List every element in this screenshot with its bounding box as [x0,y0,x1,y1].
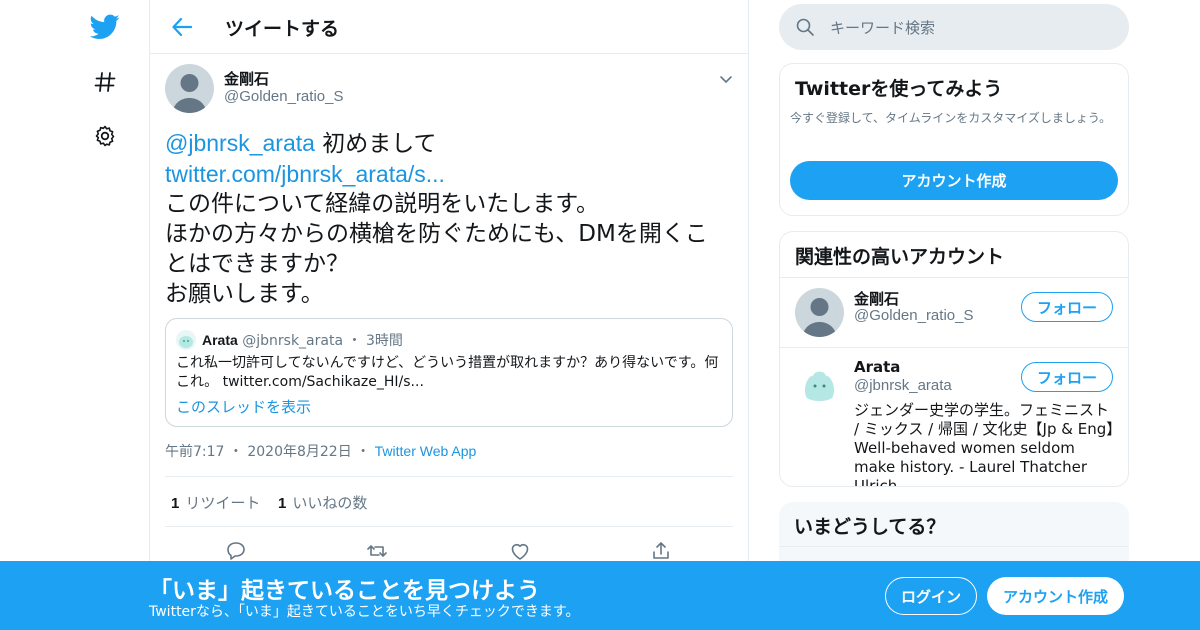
account-handle[interactable]: @jbnrsk_arata [854,377,952,394]
related-accounts-title: 関連性の高いアカウント [795,246,1005,268]
page-header: ツイートする [150,0,748,54]
search-icon [796,18,814,36]
quoted-tweet-text: これ私一切許可してないんですけど、どういう措置が取れますか？あり得ないです。何こ… [176,355,719,390]
mention-link[interactable]: @jbnrsk_arata [165,130,315,156]
like-icon[interactable] [508,539,532,563]
tweet-source-link[interactable]: Twitter Web App [375,443,477,459]
create-account-button[interactable]: アカウント作成 [790,161,1118,200]
tweet-time[interactable]: 午前7:17 [165,444,224,460]
tweet-timestamp: 午前7:17 ・ 2020年8月22日 ・ Twitter Web App [165,443,477,460]
account-name[interactable]: Arata [854,358,900,376]
banner-title: 「いま」起きていることを見つけよう [149,578,540,604]
tweet: 金剛石 @Golden_ratio_S @jbnrsk_arata 初めまして … [165,64,735,560]
avatar[interactable] [795,358,844,407]
main-column: ツイートする 金剛石 @Golden_ratio_S @jbnrsk_arata… [149,0,749,630]
signup-card-title: Twitterを使ってみよう [795,78,1003,100]
account-handle[interactable]: @Golden_ratio_S [854,307,973,324]
follow-button[interactable]: フォロー [1021,362,1113,392]
retweet-label: リツイート [185,494,261,512]
avatar [176,330,196,350]
banner-subtitle: Twitterなら、「いま」起きていることをいち早くチェックできます。 [149,604,580,620]
related-account[interactable]: Arata @jbnrsk_arata ジェンダー史学の学生。フェミニスト / … [780,348,1128,487]
retweet-icon[interactable] [365,539,389,563]
related-account[interactable]: 金剛石 @Golden_ratio_S フォロー [780,278,1128,348]
tweet-text-line: 初めまして [314,131,437,157]
hashtag-icon[interactable] [87,64,123,100]
quoted-tweet[interactable]: Arata @jbnrsk_arata ・ 3時間 これ私一切許可してないんです… [165,318,733,427]
share-icon[interactable] [649,539,673,563]
trends-title: いまどうしてる？ [794,516,946,538]
page-title: ツイートする [225,18,340,40]
tweet-text-line: ほかの方々からの横槍を防ぐためにも、DMを開くことはできますか？ [165,221,708,277]
tweet-author: 金剛石 @Golden_ratio_S [165,64,735,114]
quoted-tweet-header: Arata @jbnrsk_arata ・ 3時間 [202,332,403,349]
like-label: いいねの数 [292,494,368,512]
signup-banner: 「いま」起きていることを見つけよう Twitterなら、「いま」起きていることを… [0,561,1200,630]
signup-card: Twitterを使ってみよう 今すぐ登録して、タイムラインをカスタマイズしましょ… [779,63,1129,216]
quoted-author-name: Arata [202,332,238,348]
left-nav [0,0,150,630]
avatar[interactable] [165,64,214,113]
twitter-logo-icon[interactable] [87,9,123,45]
signup-card-description: 今すぐ登録して、タイムラインをカスタマイズしましょう。 [790,111,1112,125]
banner-create-account-button[interactable]: アカウント作成 [987,577,1124,615]
gear-icon[interactable] [87,118,123,154]
account-bio: ジェンダー史学の学生。フェミニスト / ミックス / 帰国 / 文化史【Jp &… [854,401,1114,487]
quoted-tweet-age: 3時間 [365,333,403,349]
reply-icon[interactable] [224,539,248,563]
tweet-text-line: お願いします。 [165,281,324,307]
tweet-date[interactable]: 2020年8月22日 [247,444,351,460]
follow-button[interactable]: フォロー [1021,292,1113,322]
back-arrow-icon[interactable] [168,13,196,41]
retweet-count: 1 [171,495,180,512]
tweet-url-link[interactable]: twitter.com/jbnrsk_arata/s... [165,159,730,189]
login-button[interactable]: ログイン [885,577,977,615]
show-thread-link[interactable]: このスレッドを表示 [176,396,311,417]
like-count: 1 [278,495,287,512]
author-handle[interactable]: @Golden_ratio_S [224,88,343,105]
account-name[interactable]: 金剛石 [854,288,899,309]
author-name[interactable]: 金剛石 [224,68,269,89]
tweet-text-line: この件について経緯の説明をいたします。 [165,191,600,217]
page: ツイートする 金剛石 @Golden_ratio_S @jbnrsk_arata… [0,0,1200,630]
related-accounts-card: 関連性の高いアカウント 金剛石 @Golden_ratio_S フォロー Ara… [779,231,1129,487]
tweet-text: @jbnrsk_arata 初めまして twitter.com/jbnrsk_a… [165,128,730,309]
like-stat[interactable]: 1 いいねの数 [278,492,367,513]
retweet-stat[interactable]: 1 リツイート [171,492,260,513]
avatar[interactable] [795,288,844,337]
tweet-stats: 1 リツイート 1 いいねの数 [165,476,733,527]
search-input[interactable]: キーワード検索 [779,4,1129,50]
quoted-author-handle: @jbnrsk_arata [242,333,344,349]
chevron-down-icon[interactable] [717,70,735,88]
search-placeholder: キーワード検索 [830,19,936,37]
